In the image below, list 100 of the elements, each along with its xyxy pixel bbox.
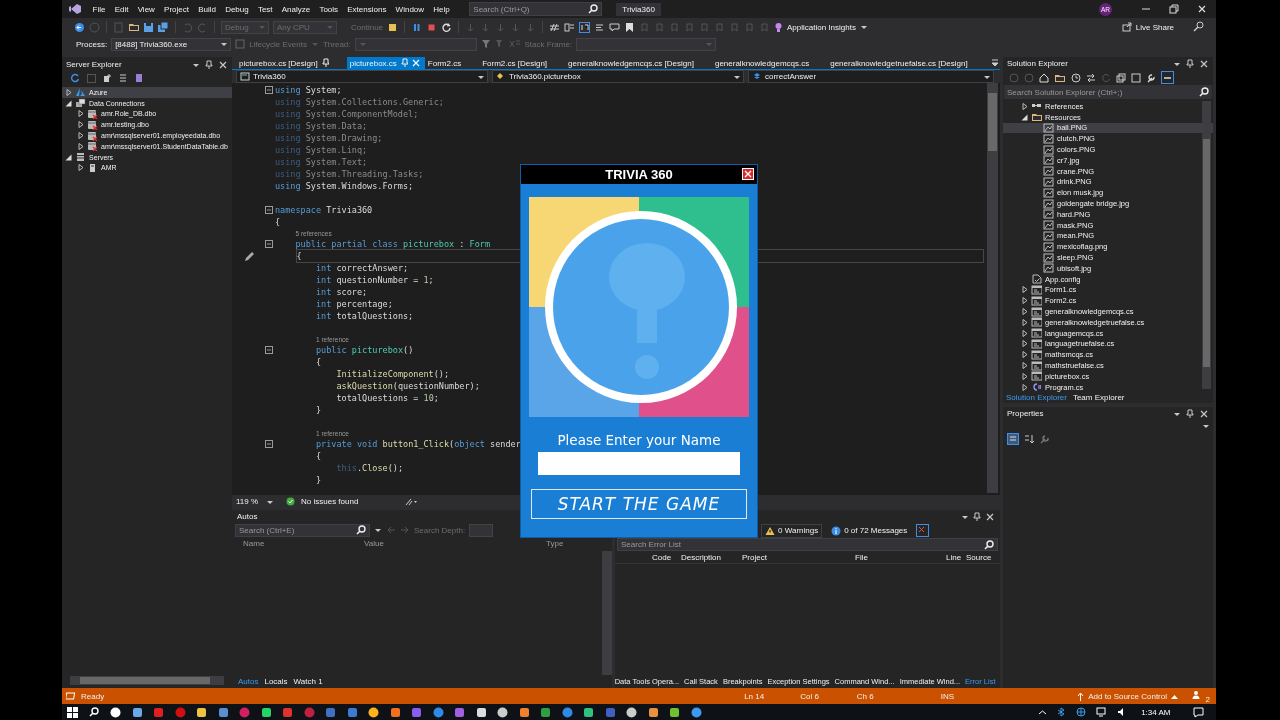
restart-icon[interactable] — [441, 21, 453, 33]
scrollbar[interactable] — [80, 677, 210, 684]
collapsed-arrow-icon[interactable] — [1020, 317, 1030, 327]
pin-icon[interactable] — [972, 511, 982, 522]
restore-icon[interactable] — [1169, 4, 1179, 14]
collapsed-arrow-icon[interactable] — [1020, 382, 1030, 392]
editor-tab[interactable]: picturebox.cs — [346, 57, 425, 69]
menu-item[interactable]: Project — [159, 4, 194, 14]
editor-tab[interactable]: Form2.cs [Design] — [479, 57, 566, 69]
collapse-all-icon[interactable] — [1116, 72, 1126, 83]
live-share-button[interactable]: Live Share — [1135, 22, 1174, 32]
column-header[interactable]: Description — [681, 553, 721, 562]
collapsed-arrow-icon[interactable] — [1020, 339, 1030, 349]
comment-icon[interactable] — [609, 21, 621, 33]
menu-item[interactable]: Window — [391, 4, 429, 14]
open-folder-icon[interactable] — [128, 21, 139, 33]
column-header[interactable]: Code — [652, 553, 672, 562]
pin-icon[interactable] — [1185, 408, 1195, 419]
collapsed-arrow-icon[interactable] — [76, 141, 86, 151]
navigation-dropdown[interactable]: Trivia360.picturebox — [492, 70, 744, 83]
categorized-icon[interactable] — [1007, 433, 1019, 445]
lines-icon[interactable] — [594, 21, 606, 33]
panel-tab[interactable]: Autos — [235, 677, 262, 686]
menu-item[interactable]: Debug — [220, 4, 254, 14]
panel-tab[interactable]: Locals — [261, 677, 291, 686]
app-square-icon[interactable] — [647, 706, 659, 718]
pause-icon[interactable] — [411, 21, 423, 33]
collapsed-arrow-icon[interactable] — [1020, 371, 1030, 381]
app-square-icon[interactable] — [217, 706, 229, 718]
bookmark-icon[interactable] — [624, 21, 636, 33]
app-square-icon[interactable] — [583, 706, 594, 718]
search-field[interactable]: Search (Ctrl+Q) — [469, 2, 603, 16]
expanded-arrow-icon[interactable] — [64, 98, 74, 108]
collapsed-arrow-icon[interactable] — [1020, 350, 1030, 360]
save-icon[interactable] — [143, 21, 154, 33]
search-field[interactable]: Search Error List — [617, 538, 998, 551]
notification-center-icon[interactable] — [1193, 706, 1204, 718]
caret-icon[interactable] — [1202, 422, 1210, 430]
close-button[interactable] — [742, 168, 754, 180]
close-icon[interactable] — [1197, 4, 1207, 14]
column-header[interactable]: Line — [946, 553, 962, 562]
sync-icon[interactable] — [1086, 72, 1096, 83]
menu-item[interactable]: Analyze — [277, 4, 315, 14]
source-control-button[interactable]: Add to Source Control — [1077, 691, 1178, 701]
search-field[interactable]: Search Solution Explorer (Ctrl+;) — [1004, 85, 1212, 99]
column-header[interactable]: Type — [546, 539, 564, 548]
caret-icon[interactable] — [374, 526, 382, 534]
collapsed-arrow-icon[interactable] — [76, 109, 86, 119]
expanded-arrow-icon[interactable] — [1020, 112, 1030, 122]
expanded-arrow-icon[interactable] — [64, 152, 74, 162]
column-header[interactable]: Source — [966, 553, 992, 562]
preview-icon[interactable] — [1161, 71, 1174, 84]
collapsed-arrow-icon[interactable] — [1020, 101, 1030, 111]
menu-item[interactable]: File — [88, 4, 111, 14]
search-field[interactable]: Search (Ctrl+E) — [235, 523, 370, 537]
collapsed-arrow-icon[interactable] — [76, 120, 86, 130]
close-icon[interactable] — [218, 59, 228, 70]
clock[interactable]: 1:34 AM — [1141, 707, 1171, 717]
chevron-up-icon[interactable] — [1037, 707, 1047, 717]
menu-item[interactable]: Test — [253, 4, 278, 14]
collapsed-arrow-icon[interactable] — [1020, 307, 1030, 317]
property-pages-icon[interactable] — [1039, 433, 1051, 445]
add-connection-icon[interactable] — [102, 73, 112, 83]
globe-icon[interactable] — [1075, 707, 1086, 717]
column-header[interactable]: Value — [364, 539, 384, 548]
process-dropdown[interactable]: [8488] Trivia360.exe — [111, 37, 232, 51]
name-input[interactable] — [538, 452, 740, 475]
collapsed-arrow-icon[interactable] — [1020, 285, 1030, 295]
column-header[interactable]: Project — [742, 553, 767, 562]
app-square-icon[interactable] — [389, 706, 401, 718]
window-toggle-icon[interactable] — [579, 21, 591, 33]
editor-tab[interactable]: generalknowledgemcqs.cs [Design] — [565, 57, 712, 69]
editor-tab[interactable]: Form2.cs — [424, 57, 480, 69]
menu-item[interactable]: View — [133, 4, 160, 14]
menu-item[interactable]: Edit — [110, 4, 134, 14]
app-circle-icon[interactable] — [690, 706, 702, 718]
switch-view-icon[interactable] — [1054, 72, 1066, 83]
close-icon[interactable] — [1199, 408, 1209, 419]
editor-tab[interactable]: picturebox.cs [Design] — [236, 57, 347, 69]
menu-item[interactable]: Build — [193, 4, 221, 14]
app-circle-icon[interactable] — [626, 706, 637, 718]
app-circle-icon[interactable] — [110, 706, 121, 718]
panel-tab[interactable]: Team Explorer — [1072, 392, 1125, 402]
close-icon[interactable] — [985, 511, 995, 522]
tab-list-icon[interactable] — [990, 57, 1000, 69]
add-server-icon[interactable] — [118, 73, 128, 83]
panel-tab[interactable]: Solution Explorer — [1006, 392, 1067, 402]
collapsed-arrow-icon[interactable] — [1020, 296, 1030, 306]
app-square-icon[interactable] — [540, 706, 551, 718]
menu-item[interactable]: Help — [428, 4, 455, 14]
home-icon[interactable] — [1039, 72, 1049, 83]
collapse-icon[interactable] — [265, 206, 273, 214]
app-circle-icon[interactable] — [368, 706, 379, 718]
pin-icon[interactable] — [204, 59, 214, 70]
app-circle-icon[interactable] — [497, 706, 508, 718]
refresh-icon[interactable] — [70, 73, 80, 83]
scrollbar[interactable] — [988, 93, 997, 151]
app-square-icon[interactable] — [518, 706, 530, 718]
zoom-dropdown[interactable]: 119 % — [236, 497, 280, 506]
collapse-icon[interactable] — [265, 440, 273, 448]
